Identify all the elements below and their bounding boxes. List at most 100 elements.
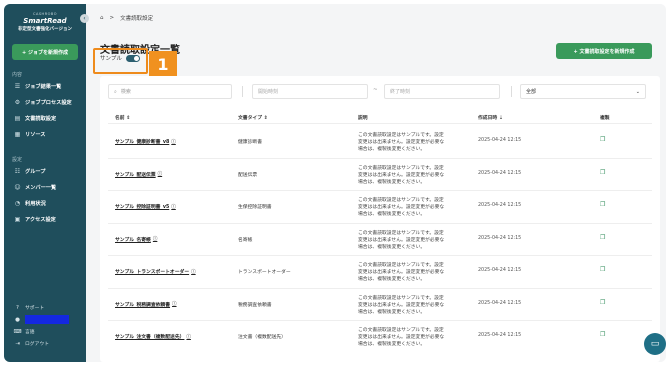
sidebar-item-label: 文書読取設定 <box>25 116 57 122</box>
table-row: サンプル_控除証明書_v5 ⓘ 生保控除証明書 この文書読取設定はサンプルです。設… <box>108 191 652 224</box>
sidebar-item-access[interactable]: ▣ アクセス設定 <box>4 213 86 226</box>
created-cell: 2025-04-24 12:15 <box>478 170 522 176</box>
created-cell: 2025-04-24 12:15 <box>478 203 522 208</box>
description-cell: この文書読取設定はサンプルです。設定変更はは出来ません。設定変更が必要な場合は、… <box>358 328 445 347</box>
info-icon: ⓘ <box>171 139 176 145</box>
copy-icon[interactable]: ❐ <box>600 234 605 241</box>
redacted-account-name <box>25 315 69 324</box>
table-row: サンプル_健康診断書_v8 ⓘ 健康診断書 この文書読取設定はサンプルです。設定変… <box>108 126 652 159</box>
sidebar-item-groups[interactable]: ☷ グループ <box>4 165 86 178</box>
sample-toggle-label: サンプル <box>100 56 122 62</box>
setting-name[interactable]: サンプル_トランスポートオーダー <box>115 268 189 275</box>
description-cell: この文書読取設定はサンプルです。設定変更はは出来ません。設定変更が必要な場合は、… <box>358 295 445 315</box>
setting-name[interactable]: サンプル_控除証明書_v5 <box>115 203 169 210</box>
main-content: ⌂ > 文書読取設定 文書読取設定一覧 サンプル 1 + 文書読取設定を新規作成… <box>86 4 666 362</box>
sidebar-item-members[interactable]: ☺ メンバー一覧 <box>4 181 86 194</box>
header-doc-type[interactable]: 文書タイプ ⇕ <box>238 114 268 121</box>
sample-toggle-switch[interactable] <box>125 54 140 62</box>
table-row: サンプル_トランスポートオーダー ⓘ トランスポートオーダー この文書読取設定はサ… <box>108 256 652 289</box>
section-label-settings: 設定 <box>12 157 23 163</box>
settings-table-card: ⌕ 検索 開始時刻 ~ 終了時刻 全部 ⌄ 名前 ⇕ 文書タイプ ⇕ 説明 作成… <box>100 76 660 362</box>
sidebar-item-label: メンバー一覧 <box>25 185 57 191</box>
search-icon: ⌕ <box>114 88 117 95</box>
created-cell: 2025-04-24 12:15 <box>478 333 522 338</box>
setting-name-link[interactable]: サンプル_健康診断書_v8 ⓘ <box>115 138 176 146</box>
setting-name[interactable]: サンプル_注文書（複数配送先） <box>115 333 184 340</box>
created-cell: 2025-04-24 12:15 <box>478 300 522 306</box>
end-date-field[interactable]: 終了時刻 <box>384 84 500 99</box>
members-icon: ☺ <box>14 184 21 191</box>
sidebar-item-label: 利用状況 <box>25 201 46 207</box>
setting-name[interactable]: サンプル_配送伝票 <box>115 171 156 178</box>
doc-type-cell: 税務調査依頼書 <box>238 302 272 308</box>
logout-icon: ⇥ <box>15 340 20 347</box>
created-cell: 2025-04-24 12:15 <box>478 268 522 273</box>
collapse-sidebar-button[interactable]: ‹ <box>80 14 89 23</box>
sidebar-item-document-settings[interactable]: ▤ 文書読取設定 <box>4 112 86 125</box>
date-range-tilde: ~ <box>373 87 378 93</box>
chat-support-button[interactable]: ▭ <box>644 333 666 355</box>
usage-icon: ◔ <box>14 200 21 207</box>
header-created[interactable]: 作成日時 ⇣ <box>478 114 503 121</box>
copy-icon[interactable]: ❐ <box>600 266 605 273</box>
copy-icon[interactable]: ❐ <box>600 169 605 176</box>
header-name[interactable]: 名前 ⇕ <box>115 114 130 121</box>
logout-item[interactable]: ⇥ ログアウト <box>4 338 86 349</box>
info-icon: ⓘ <box>152 237 158 242</box>
search-placeholder: 検索 <box>120 89 131 95</box>
home-icon[interactable]: ⌂ <box>100 15 104 21</box>
setting-name-link[interactable]: サンプル_注文書（複数配送先） ⓘ <box>115 333 191 341</box>
sidebar-item-label: ジョブ結果一覧 <box>25 84 62 90</box>
language-item[interactable]: ⌨ 言語 <box>4 326 86 337</box>
setting-name[interactable]: サンプル_名寄帳 <box>115 236 151 243</box>
sidebar-item-label: リソース <box>25 132 46 138</box>
header-description: 説明 <box>358 116 368 121</box>
type-filter-select[interactable]: 全部 ⌄ <box>520 84 646 99</box>
description-cell: この文書読取設定はサンプルです。設定変更はは出来ません。設定変更が必要な場合は、… <box>358 263 445 282</box>
info-icon: ⓘ <box>191 269 196 275</box>
table-row: サンプル_税務調査依頼書 ⓘ 税務調査依頼書 この文書読取設定はサンプルです。設定… <box>108 289 652 321</box>
copy-icon[interactable]: ❐ <box>600 136 605 143</box>
brand-logo: SmartRead <box>23 17 67 25</box>
sidebar-item-resources[interactable]: ▦ リソース <box>4 128 86 141</box>
chat-icon: ▭ <box>650 339 660 349</box>
process-icon: ⚙ <box>14 99 21 106</box>
sidebar: CASHROBO SmartRead 非定型文書強化バージョン + ジョブを新規… <box>4 4 86 362</box>
start-date-field[interactable]: 開始時刻 <box>252 84 368 99</box>
setting-name-link[interactable]: サンプル_控除証明書_v5 ⓘ <box>115 203 176 211</box>
support-label: サポート <box>25 306 45 311</box>
new-document-setting-button[interactable]: + 文書読取設定を新規作成 <box>556 43 652 59</box>
sidebar-item-label: ジョブプロセス設定 <box>25 100 72 106</box>
divider <box>242 86 243 97</box>
setting-name-link[interactable]: サンプル_配送伝票 ⓘ <box>115 171 162 178</box>
doc-type-cell: トランスポートオーダー <box>238 270 291 275</box>
setting-name-link[interactable]: サンプル_税務調査依頼書 ⓘ <box>115 301 177 308</box>
divider <box>511 86 512 97</box>
sidebar-item-usage[interactable]: ◔ 利用状況 <box>4 197 86 210</box>
account-item[interactable]: ● <box>4 314 86 325</box>
setting-name-link[interactable]: サンプル_名寄帳 ⓘ <box>115 236 157 243</box>
sidebar-item-label: グループ <box>25 169 46 175</box>
copy-icon[interactable]: ❐ <box>600 331 605 338</box>
copy-icon[interactable]: ❐ <box>600 201 605 208</box>
document-icon: ▤ <box>14 115 21 122</box>
access-icon: ▣ <box>14 216 21 223</box>
setting-name-link[interactable]: サンプル_トランスポートオーダー ⓘ <box>115 268 196 276</box>
support-link[interactable]: ? サポート <box>4 302 86 313</box>
chevron-down-icon: ⌄ <box>635 88 640 95</box>
table-row: サンプル_注文書（複数配送先） ⓘ 注文書（複数配送先） この文書読取設定はサンプ… <box>108 321 652 354</box>
select-value: 全部 <box>526 89 537 95</box>
search-input[interactable]: ⌕ 検索 <box>108 84 232 99</box>
new-job-button[interactable]: + ジョブを新規作成 <box>12 44 78 60</box>
copy-icon[interactable]: ❐ <box>600 299 605 306</box>
sidebar-item-job-results[interactable]: ☰ ジョブ結果一覧 <box>4 80 86 93</box>
brand-edition: 非定型文書強化バージョン <box>18 27 72 32</box>
setting-name[interactable]: サンプル_税務調査依頼書 <box>115 301 170 308</box>
sidebar-item-job-process[interactable]: ⚙ ジョブプロセス設定 <box>4 96 86 109</box>
setting-name[interactable]: サンプル_健康診断書_v8 <box>115 138 169 145</box>
breadcrumb: ⌂ > 文書読取設定 <box>100 14 153 22</box>
group-icon: ☷ <box>14 168 21 175</box>
app-window: CASHROBO SmartRead 非定型文書強化バージョン + ジョブを新規… <box>4 4 666 362</box>
info-icon: ⓘ <box>171 204 176 210</box>
logout-label: ログアウト <box>25 342 49 347</box>
